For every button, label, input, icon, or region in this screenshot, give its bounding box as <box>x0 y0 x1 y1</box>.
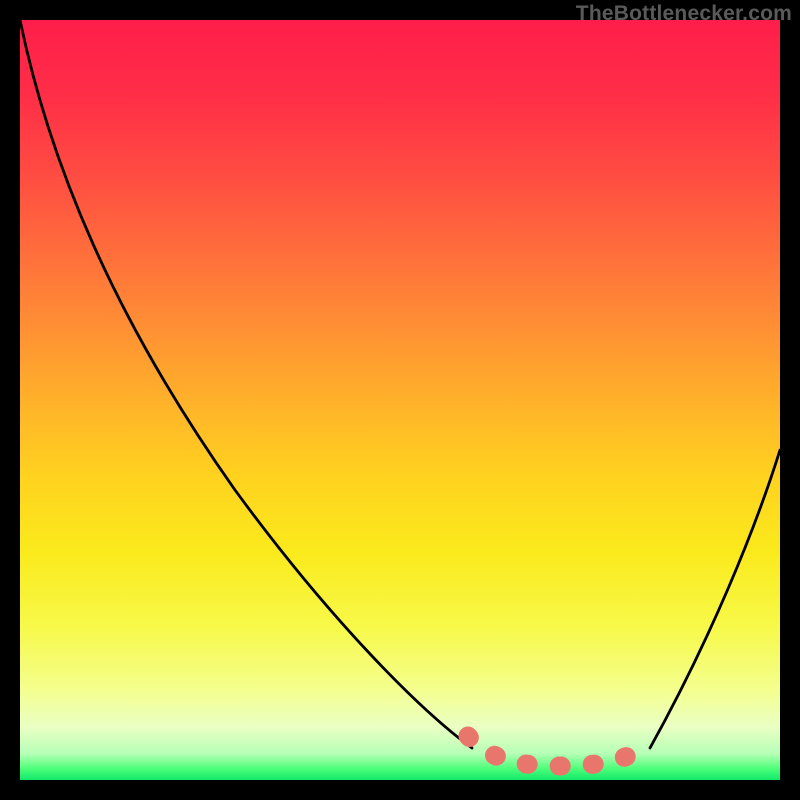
bottleneck-curve-left <box>20 20 472 748</box>
sweet-spot-dots <box>468 736 652 766</box>
chart-curves <box>20 20 780 780</box>
bottleneck-curve-right <box>650 450 780 748</box>
attribution-text: TheBottlenecker.com <box>576 2 792 26</box>
chart-frame <box>20 20 780 780</box>
